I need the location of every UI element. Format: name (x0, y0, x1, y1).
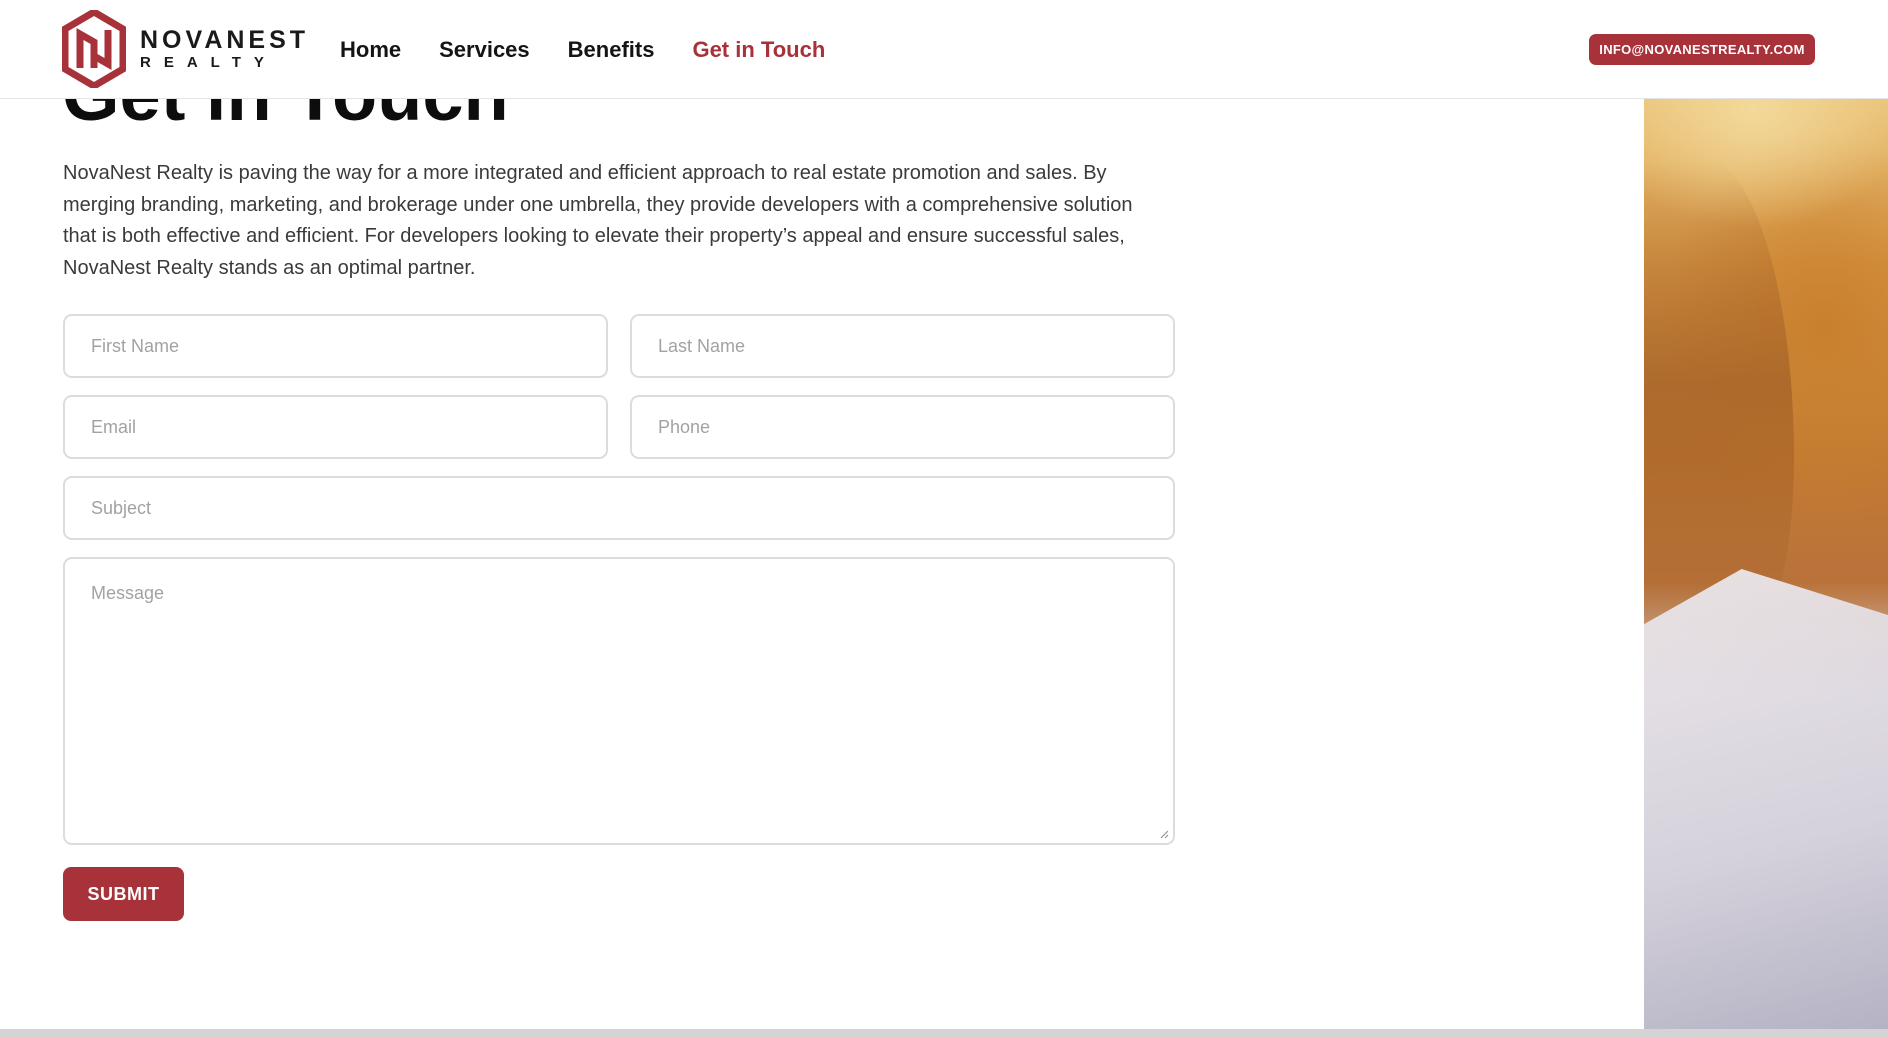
nav-home[interactable]: Home (340, 37, 401, 63)
logo-wordmark: NOVANEST REALTY (140, 25, 310, 72)
page-scroll-edge (0, 1029, 1888, 1037)
first-name-placeholder: First Name (91, 335, 180, 356)
nav-get-in-touch[interactable]: Get in Touch (692, 37, 825, 63)
intro-paragraph: NovaNest Realty is paving the way for a … (63, 162, 1133, 279)
email-input[interactable]: Email (63, 395, 608, 459)
first-name-input[interactable]: First Name (63, 314, 608, 378)
email-contact-button[interactable]: INFO@NOVANESTREALTY.COM (1589, 34, 1815, 65)
last-name-placeholder: Last Name (658, 335, 746, 356)
phone-input[interactable]: Phone (630, 395, 1175, 459)
page: Get in Touch NOVANEST REALTY Home Servic… (0, 0, 1888, 1037)
site-header: NOVANEST REALTY Home Services Benefits G… (0, 0, 1888, 99)
logo-subtitle: REALTY (140, 53, 277, 71)
nav-benefits[interactable]: Benefits (568, 37, 655, 63)
resize-grip-icon[interactable] (1159, 829, 1169, 839)
last-name-input[interactable]: Last Name (630, 314, 1175, 378)
submit-button[interactable]: SUBMIT (63, 867, 184, 921)
logo-link[interactable]: NOVANEST REALTY (62, 10, 309, 88)
phone-placeholder: Phone (658, 416, 711, 437)
nav-services[interactable]: Services (439, 37, 530, 63)
email-placeholder: Email (91, 416, 137, 437)
message-placeholder: Message (91, 583, 165, 603)
main-nav: Home Services Benefits Get in Touch (340, 37, 863, 63)
logo-name: NOVANEST (140, 25, 310, 54)
subject-input[interactable]: Subject (63, 476, 1175, 540)
novanest-hexagon-logo-icon (62, 10, 126, 88)
decorative-photo (1644, 99, 1888, 1029)
subject-placeholder: Subject (91, 497, 152, 518)
message-textarea[interactable]: Message (63, 557, 1175, 845)
photo-light-surface (1644, 569, 1888, 1029)
